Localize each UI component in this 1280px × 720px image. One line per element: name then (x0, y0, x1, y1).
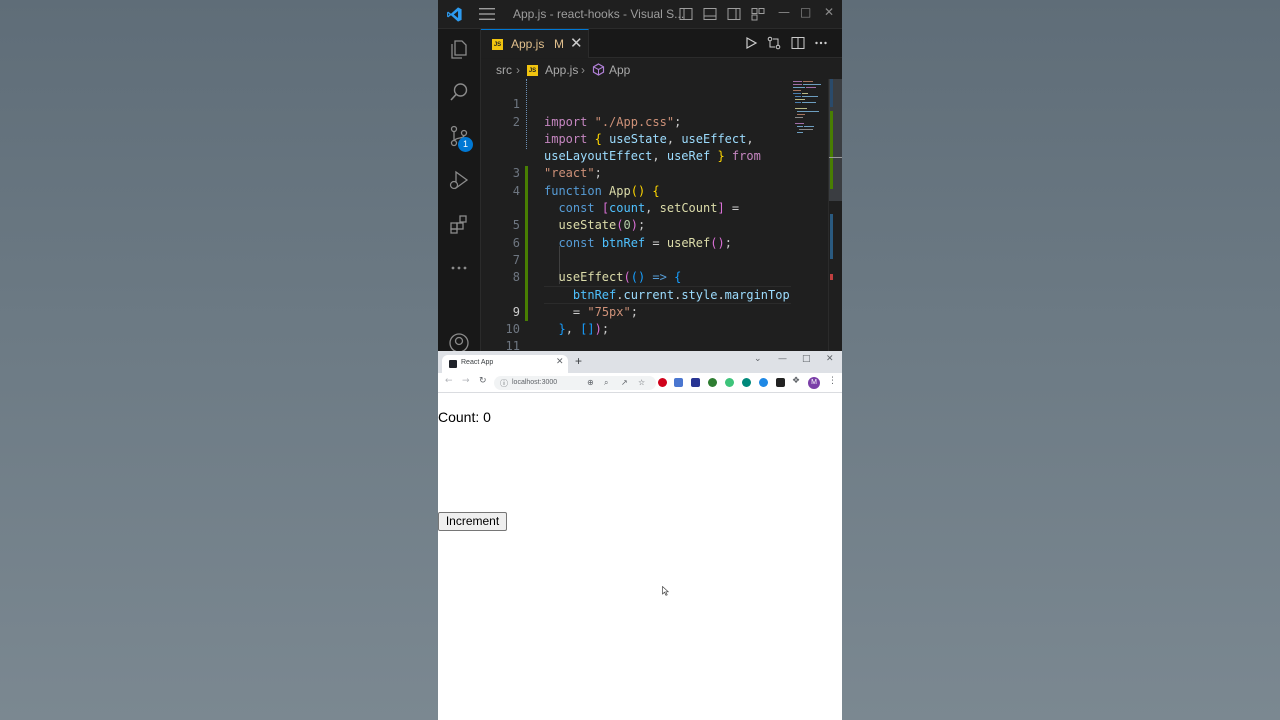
activity-bar: 1 (438, 29, 481, 351)
increment-button[interactable]: Increment (438, 512, 507, 531)
code-line: useState(0); (481, 183, 791, 232)
breadcrumb-file[interactable]: App.js (545, 63, 578, 77)
code-line: = "75px"; (481, 269, 791, 319)
minimap-preview (793, 81, 821, 133)
tab-search-icon[interactable]: ⌄ (754, 354, 762, 364)
breadcrumb-chevron-icon: › (581, 63, 585, 77)
install-icon[interactable]: ⊕ (587, 378, 594, 387)
code-line: 4 const [count, setCount] = (481, 166, 791, 215)
address-bar[interactable]: ⓘ localhost:3000 ⊕ ⌕ ↗ ☆ (494, 376, 656, 390)
close-tab-icon[interactable]: ✕ (556, 357, 564, 367)
toggle-panel-icon[interactable] (703, 7, 717, 21)
edge-extension-icon[interactable] (759, 378, 768, 387)
modified-indicator: M (554, 37, 564, 51)
bookmark-star-icon[interactable]: ☆ (638, 378, 645, 387)
translate-extension-icon[interactable] (674, 378, 683, 387)
search-icon[interactable] (448, 81, 470, 103)
code-line: "react"; (481, 131, 791, 180)
breadcrumb-symbol[interactable]: App (609, 63, 630, 77)
extension-icon[interactable] (691, 378, 700, 387)
scrollbar-cursor-marker (829, 157, 842, 158)
code-line-current: 9 }, []); (481, 287, 791, 336)
customize-layout-icon[interactable] (751, 7, 765, 21)
maximize-icon[interactable]: □ (802, 354, 811, 364)
new-tab-button[interactable]: + (575, 354, 582, 368)
vscode-titlebar: App.js - react-hooks - Visual S... — □ ✕ (438, 0, 842, 29)
run-icon[interactable] (744, 36, 758, 50)
code-line: 3 function App() { (481, 148, 791, 197)
forward-icon[interactable]: → (462, 376, 470, 386)
code-line: 7 useEffect(() => { (481, 235, 791, 284)
browser-tab[interactable]: React App ✕ (442, 355, 568, 373)
tab-app-js[interactable]: JS App.js M ✕ (481, 29, 589, 58)
browser-tab-title: React App (461, 359, 494, 366)
breadcrumb-folder[interactable]: src (496, 63, 512, 77)
code-line: 5 const btnRef = useRef(); (481, 200, 791, 249)
toggle-secondary-sidebar-icon[interactable] (727, 7, 741, 21)
scrollbar-marker (830, 214, 833, 259)
url-text: localhost:3000 (512, 379, 558, 386)
extensions-puzzle-icon[interactable]: ❖ (792, 376, 800, 386)
window-title: App.js - react-hooks - Visual S... (513, 7, 685, 21)
scrollbar-marker (830, 274, 833, 280)
breadcrumb-chevron-icon: › (516, 63, 520, 77)
editor-tabs: JS App.js M ✕ (481, 29, 842, 58)
run-debug-icon[interactable] (448, 169, 470, 191)
site-info-icon[interactable]: ⓘ (500, 378, 508, 389)
js-file-icon: JS (492, 39, 503, 50)
share-icon[interactable]: ↗ (621, 378, 628, 387)
vscode-window: App.js - react-hooks - Visual S... — □ ✕… (438, 0, 842, 351)
browser-tabstrip: React App ✕ + ⌄ — □ ✕ (438, 351, 842, 373)
reload-icon[interactable]: ↻ (479, 376, 487, 386)
vscode-logo-icon (447, 7, 462, 22)
code-line: 10 (505, 322, 520, 337)
extensions-icon[interactable] (448, 213, 470, 235)
github-extension-icon[interactable] (708, 378, 717, 387)
explorer-icon[interactable] (448, 38, 470, 60)
browser-window: React App ✕ + ⌄ — □ ✕ ← → ↻ ⓘ localhost:… (438, 351, 842, 720)
extension-icon[interactable] (742, 378, 751, 387)
split-editor-icon[interactable] (791, 36, 805, 50)
browser-toolbar: ← → ↻ ⓘ localhost:3000 ⊕ ⌕ ↗ ☆ ❖ M ⋮ (438, 373, 842, 393)
scrollbar-marker (830, 111, 833, 189)
maximize-icon[interactable]: □ (800, 5, 811, 19)
code-line: 8 btnRef.current.style.marginTop (481, 252, 791, 301)
js-file-icon: JS (527, 65, 538, 76)
minimap[interactable] (791, 79, 828, 351)
menu-icon[interactable] (479, 8, 495, 20)
toggle-sidebar-icon[interactable] (679, 7, 693, 21)
symbol-method-icon (592, 63, 605, 76)
code-editor[interactable]: 1 import "./App.css"; 2 import { useStat… (481, 79, 791, 351)
minimize-icon[interactable]: — (778, 5, 790, 19)
more-icon[interactable] (448, 257, 470, 279)
profile-avatar[interactable]: M (808, 377, 820, 389)
breadcrumb: src › JS App.js › App (481, 59, 842, 81)
zoom-icon[interactable]: ⌕ (604, 378, 608, 388)
opera-extension-icon[interactable] (658, 378, 667, 387)
back-icon[interactable]: ← (445, 376, 453, 386)
minimize-icon[interactable]: — (778, 354, 787, 364)
code-line: 6 (512, 235, 520, 250)
grammar-extension-icon[interactable] (725, 378, 734, 387)
editor-scrollbar[interactable] (828, 79, 842, 351)
browser-menu-icon[interactable]: ⋮ (828, 376, 837, 386)
source-control-badge: 1 (458, 137, 473, 152)
extension-icon[interactable] (776, 378, 785, 387)
tab-label: App.js (511, 37, 545, 51)
code-line: 12 <div> (481, 339, 791, 352)
more-actions-icon[interactable] (814, 36, 828, 50)
mouse-cursor-icon (662, 586, 669, 596)
compare-changes-icon[interactable] (767, 36, 781, 50)
close-window-icon[interactable]: ✕ (824, 5, 834, 19)
code-line: 1 import "./App.css"; (481, 79, 791, 128)
scrollbar-marker (830, 79, 833, 107)
account-icon[interactable] (448, 332, 470, 351)
code-line: 2 import { useState, useEffect, (481, 96, 791, 146)
close-window-icon[interactable]: ✕ (826, 354, 834, 364)
react-favicon-icon (449, 360, 457, 368)
count-text: Count: 0 (438, 409, 491, 425)
code-line: 11 return ( (505, 339, 520, 351)
code-line: useLayoutEffect, useRef } from (481, 114, 791, 163)
close-tab-icon[interactable]: ✕ (570, 34, 583, 52)
